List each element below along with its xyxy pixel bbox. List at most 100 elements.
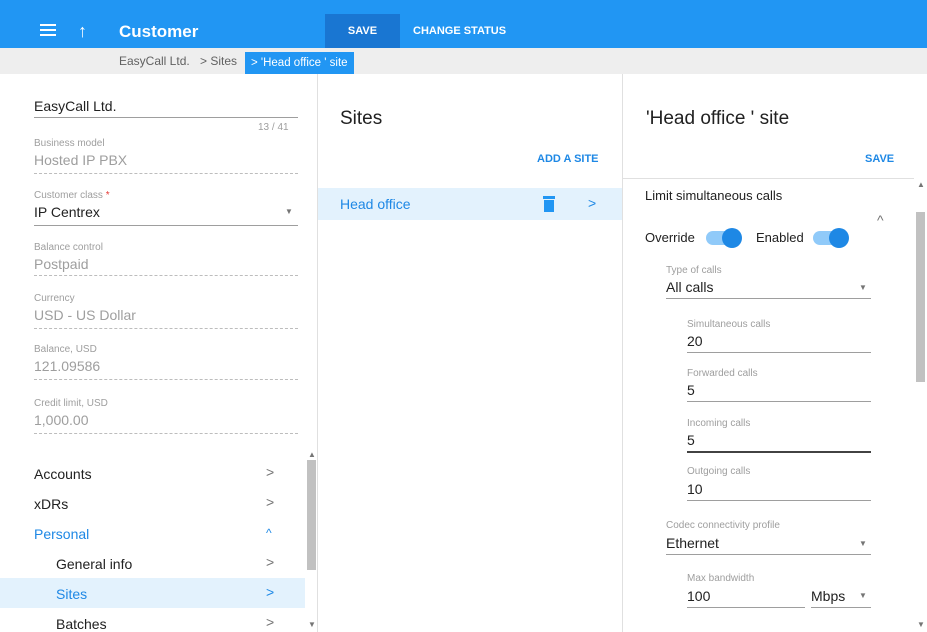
balance-control-value: Postpaid [34,256,89,272]
customer-class-value: IP Centrex [34,204,100,220]
customer-name-field[interactable]: EasyCall Ltd. [34,98,298,114]
balance-control-label: Balance control [34,242,103,253]
divider [687,451,871,453]
sites-panel-title: Sites [340,108,383,129]
max-bandwidth-input[interactable]: 100 [687,588,710,604]
dropdown-arrow-icon[interactable]: ▼ [859,539,867,548]
divider [623,178,914,179]
change-status-button[interactable]: CHANGE STATUS [413,14,506,48]
currency-label: Currency [34,293,75,304]
simultaneous-calls-input[interactable]: 20 [687,333,703,349]
nav-item-personal[interactable]: Personal ^ [0,518,305,548]
credit-limit-value: 1,000.00 [34,412,89,428]
customer-class-label: Customer class * [34,190,298,201]
max-bandwidth-label: Max bandwidth [687,573,755,584]
outgoing-calls-input[interactable]: 10 [687,481,703,497]
details-scrollbar[interactable]: ▲ ▼ [914,178,927,632]
bandwidth-unit-select[interactable]: Mbps [811,588,845,604]
save-button[interactable]: SAVE [325,14,400,48]
enabled-toggle[interactable] [813,228,849,248]
page-title: Customer [119,22,199,41]
divider [34,379,298,380]
scroll-thumb[interactable] [916,212,925,382]
chevron-right-icon: > [266,464,275,480]
business-model-value: Hosted IP PBX [34,152,128,168]
scroll-up-icon[interactable]: ▲ [917,180,925,189]
breadcrumb-item-sites[interactable]: > Sites [200,48,237,74]
divider [34,328,298,329]
customer-panel: EasyCall Ltd. 13 / 41 Business model Hos… [0,74,318,632]
incoming-calls-input[interactable]: 5 [687,432,695,448]
chevron-up-icon[interactable]: ^ [877,212,884,228]
codec-profile-value[interactable]: Ethernet [666,535,719,551]
divider [34,275,298,276]
trash-icon[interactable] [543,196,555,212]
type-of-calls-value[interactable]: All calls [666,279,713,295]
scroll-thumb[interactable] [307,460,316,570]
credit-limit-field: Credit limit, USD 1,000.00 [34,398,298,428]
top-bar: ↑ Customer SAVE CHANGE STATUS [0,0,927,48]
customer-class-select[interactable]: Customer class * IP Centrex [34,190,298,220]
scroll-up-icon[interactable]: ▲ [308,450,316,459]
divider [34,225,298,226]
divider [34,173,298,174]
nav-item-general-info[interactable]: General info > [0,548,305,578]
outgoing-calls-label: Outgoing calls [687,466,751,477]
balance-field: Balance, USD 121.09586 [34,344,298,374]
balance-label: Balance, USD [34,344,97,355]
credit-limit-label: Credit limit, USD [34,398,108,409]
nav-item-accounts[interactable]: Accounts > [0,458,305,488]
chevron-right-icon: > [266,494,275,510]
balance-control-field: Balance control Postpaid [34,242,298,272]
divider [687,607,805,608]
arrow-up-icon[interactable]: ↑ [78,22,87,40]
nav-item-label: xDRs [34,496,69,512]
customer-class-label-text: Customer class [34,190,103,201]
divider [666,298,871,299]
dropdown-arrow-icon[interactable]: ▼ [859,591,867,600]
divider [687,500,871,501]
nav-item-sites[interactable]: Sites > [0,578,305,608]
forwarded-calls-label: Forwarded calls [687,368,758,379]
nav-item-batches[interactable]: Batches > [0,608,305,632]
nav-item-xdrs[interactable]: xDRs > [0,488,305,518]
add-site-button[interactable]: ADD A SITE [537,153,599,165]
nav-scrollbar[interactable]: ▲ ▼ [305,450,318,632]
chevron-right-icon: > [588,195,597,211]
char-counter: 13 / 41 [258,122,289,133]
forwarded-calls-input[interactable]: 5 [687,382,695,398]
divider [34,117,298,118]
type-of-calls-label: Type of calls [666,265,722,276]
section-title: Limit simultaneous calls [645,188,783,203]
codec-profile-label: Codec connectivity profile [666,520,780,531]
save-site-button[interactable]: SAVE [865,153,894,165]
chevron-right-icon: > [266,584,275,600]
breadcrumb: EasyCall Ltd. > Sites > 'Head office ' s… [0,48,927,74]
nav-item-label: Accounts [34,466,92,482]
dropdown-arrow-icon[interactable]: ▼ [859,283,867,292]
list-item[interactable]: Head office > [318,188,622,220]
divider [687,352,871,353]
override-label: Override [645,230,695,245]
scroll-down-icon[interactable]: ▼ [917,620,925,629]
divider [687,401,871,402]
chevron-right-icon: > [266,554,275,570]
balance-value: 121.09586 [34,358,101,374]
site-name: Head office [340,196,411,212]
override-toggle[interactable] [706,228,742,248]
nav-item-label: Personal [34,526,90,542]
incoming-calls-label: Incoming calls [687,418,751,429]
simultaneous-calls-label: Simultaneous calls [687,319,771,330]
nav-item-label: General info [56,556,133,572]
site-panel-title: 'Head office ' site [646,108,790,129]
breadcrumb-item-customer[interactable]: EasyCall Ltd. [119,48,190,74]
hamburger-menu-icon[interactable] [40,24,56,36]
divider [811,607,871,608]
divider [666,554,871,555]
scroll-down-icon[interactable]: ▼ [308,620,316,629]
site-details-panel: 'Head office ' site SAVE Limit simultane… [623,74,927,632]
nav-item-label: Sites [56,586,88,602]
dropdown-arrow-icon[interactable]: ▼ [285,207,293,216]
breadcrumb-item-current: > 'Head office ' site [245,52,354,74]
business-model-field: Business model Hosted IP PBX [34,138,298,168]
